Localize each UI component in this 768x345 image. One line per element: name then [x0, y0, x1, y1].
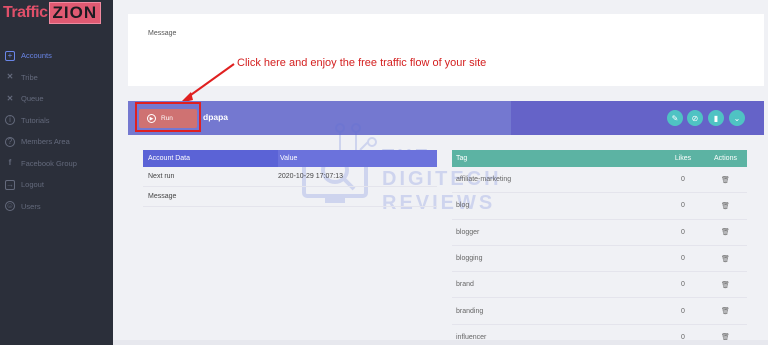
tags-table: Tag Likes Actions affiliate-marketing 0 …	[452, 150, 747, 345]
trash-icon[interactable]: 🗑	[721, 228, 730, 236]
message-label: Message	[148, 30, 177, 37]
delete-icon: ▮	[713, 113, 719, 123]
sidebar-item-label: Tribe	[21, 72, 38, 82]
tag-likes: 0	[681, 281, 685, 289]
link-button[interactable]: ⊘	[687, 110, 703, 126]
sidebar-item-queue[interactable]: ✕ Queue	[0, 88, 113, 110]
row-key: Message	[148, 193, 177, 200]
sidebar-item-label: Logout	[21, 180, 44, 190]
delete-account-button[interactable]: ▮	[708, 110, 724, 126]
column-header-likes: Likes	[674, 155, 692, 162]
tags-table-header: Tag Likes Actions	[452, 150, 747, 167]
queue-icon: ✕	[6, 93, 14, 103]
plus-box-icon: +	[5, 50, 15, 61]
table-row: Next run 2020-10-29 17:07:13	[143, 167, 437, 187]
link-icon: ⊘	[691, 113, 699, 123]
row-value: 2020-10-29 17:07:13	[278, 173, 343, 180]
tag-likes: 0	[681, 307, 685, 315]
table-row: affiliate-marketing 0 🗑	[452, 167, 747, 194]
logo-text-traffic: Traffic	[3, 4, 48, 21]
sidebar-item-label: Users	[21, 201, 41, 211]
tag-name: branding	[456, 307, 484, 315]
column-header-actions: Actions	[714, 155, 737, 162]
sidebar-item-label: Facebook Group	[21, 158, 77, 168]
callout-text: Click here and enjoy the free traffic fl…	[237, 57, 487, 69]
sidebar-item-facebook-group[interactable]: f Facebook Group	[0, 153, 113, 175]
sidebar: Traffic ZION + Accounts ✕ Tribe ✕ Queue …	[0, 0, 113, 345]
table-row: brand 0 🗑	[452, 272, 747, 299]
tag-name: blogger	[456, 228, 480, 236]
sidebar-item-members-area[interactable]: ? Members Area	[0, 131, 113, 153]
tag-name: brand	[456, 281, 474, 289]
account-name: dpapa	[203, 112, 229, 122]
tag-likes: 0	[681, 202, 685, 210]
sidebar-nav: + Accounts ✕ Tribe ✕ Queue i Tutorials ?…	[0, 45, 113, 217]
sidebar-item-users[interactable]: ☺ Users	[0, 196, 113, 218]
chevron-down-icon: ⌄	[733, 113, 741, 123]
sidebar-item-accounts[interactable]: + Accounts	[0, 45, 113, 67]
row-key: Next run	[148, 173, 175, 180]
column-header-value: Value	[278, 150, 437, 167]
column-header-tag: Tag	[456, 155, 468, 162]
table-row: branding 0 🗑	[452, 298, 747, 325]
trash-icon[interactable]: 🗑	[721, 255, 730, 263]
trash-icon[interactable]: 🗑	[721, 176, 730, 184]
sidebar-item-label: Accounts	[21, 51, 52, 61]
edit-icon: ✎	[671, 113, 679, 123]
account-header: ▶ Run dpapa ✎ ⊘ ▮ ⌄	[128, 101, 764, 135]
sidebar-item-label: Queue	[21, 94, 44, 104]
account-table-header: Account Data Value	[143, 150, 437, 167]
trash-icon[interactable]: 🗑	[721, 281, 730, 289]
facebook-icon: f	[8, 158, 12, 168]
trash-icon[interactable]: 🗑	[721, 202, 730, 210]
column-header-account-data: Account Data	[148, 155, 191, 162]
tribe-icon: ✕	[6, 72, 14, 82]
message-card: Message	[128, 14, 764, 86]
info-icon: i	[5, 115, 15, 126]
tag-name: affiliate-marketing	[456, 176, 512, 184]
tag-likes: 0	[681, 176, 685, 184]
table-row: Message	[143, 187, 437, 207]
expand-button[interactable]: ⌄	[729, 110, 745, 126]
run-button-highlight	[135, 102, 201, 132]
tag-name: blogging	[456, 255, 483, 263]
edit-button[interactable]: ✎	[667, 110, 683, 126]
sidebar-item-logout[interactable]: → Logout	[0, 174, 113, 196]
logout-icon: →	[5, 179, 15, 190]
tag-likes: 0	[681, 228, 685, 236]
user-icon: ☺	[5, 201, 15, 212]
account-data-table: Account Data Value Next run 2020-10-29 1…	[143, 150, 437, 207]
table-row: blog 0 🗑	[452, 193, 747, 220]
tag-likes: 0	[681, 255, 685, 263]
sidebar-item-label: Members Area	[21, 137, 70, 147]
table-row: blogging 0 🗑	[452, 246, 747, 273]
sidebar-item-tribe[interactable]: ✕ Tribe	[0, 67, 113, 89]
table-row: blogger 0 🗑	[452, 220, 747, 246]
logo-text-zion: ZION	[48, 2, 102, 24]
trash-icon[interactable]: 🗑	[721, 307, 730, 315]
tag-name: blog	[456, 202, 470, 210]
logo[interactable]: Traffic ZION	[3, 2, 102, 24]
sidebar-item-tutorials[interactable]: i Tutorials	[0, 110, 113, 132]
question-icon: ?	[5, 136, 15, 147]
sidebar-item-label: Tutorials	[21, 115, 50, 125]
